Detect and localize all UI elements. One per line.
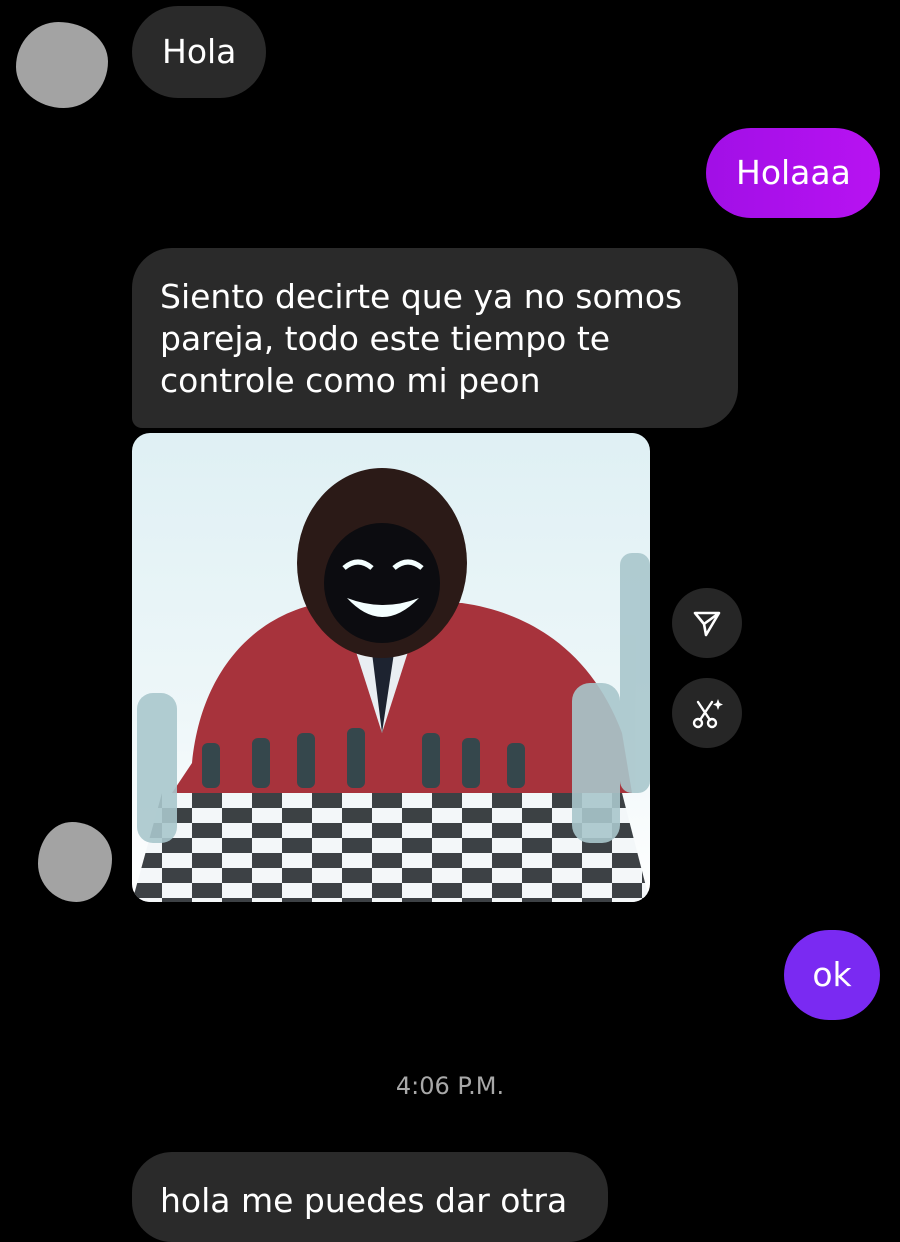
share-button[interactable] [672,588,742,658]
message-bubble-outgoing[interactable]: ok [784,930,880,1020]
message-timestamp: 4:06 P.M. [395,1072,505,1100]
contact-avatar[interactable] [16,22,108,108]
message-text: hola me puedes dar otra [160,1181,568,1220]
message-bubble-outgoing[interactable]: Holaaa [706,128,880,218]
message-text: Hola [162,32,237,71]
message-text: ok [812,955,852,994]
scissors-sparkle-icon [692,699,723,729]
image-message[interactable] [132,433,650,902]
send-icon [693,611,721,637]
message-text: Holaaa [736,153,851,192]
remix-button[interactable] [672,678,742,748]
anime-chess-image [132,433,650,902]
message-text: Siento decirte que ya no somos pareja, t… [160,277,683,400]
message-bubble-incoming[interactable]: hola me puedes dar otra [132,1152,608,1242]
contact-avatar[interactable] [38,822,112,902]
message-bubble-incoming[interactable]: Hola [132,6,266,98]
message-bubble-incoming[interactable]: Siento decirte que ya no somos pareja, t… [132,248,738,428]
